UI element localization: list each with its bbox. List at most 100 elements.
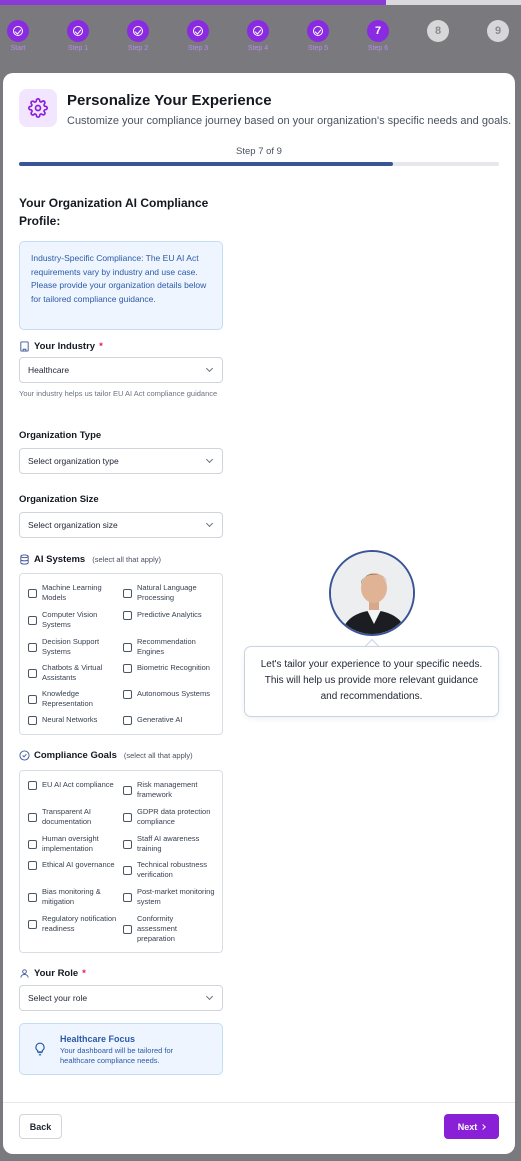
user-icon [20,969,29,978]
checkbox[interactable] [28,892,37,902]
checkbox[interactable] [123,865,132,875]
role-placeholder: Select your role [28,993,88,1003]
checkbox-option[interactable]: Human oversight implementation [28,834,120,854]
step-progress-fill [19,162,394,166]
role-label-text: Your Role [34,968,79,979]
checkbox-label: Decision Support Systems [42,637,100,656]
ai-systems-hint: (select all that apply) [92,555,162,564]
checkbox-option[interactable]: Computer Vision Systems [28,610,120,630]
checkbox[interactable] [28,812,37,822]
focus-title: Healthcare Focus [60,1034,136,1044]
industry-select[interactable]: Healthcare [19,357,223,383]
stepper-step-label: Step 1 [67,45,89,52]
checkbox-option[interactable]: Recommendation Engines [123,637,215,657]
chevron-down-icon [205,455,214,464]
checkbox[interactable] [28,839,37,849]
checkbox[interactable] [28,668,37,678]
checkbox-option[interactable]: Biometric Recognition [123,663,215,673]
industry-value: Healthcare [28,365,70,375]
checkbox[interactable] [123,642,132,652]
lightbulb-icon [35,1042,45,1056]
checkbox-label: Technical robustness verification [137,860,208,879]
checkbox-option[interactable]: Post-market monitoring system [123,887,215,907]
checkbox[interactable] [123,588,132,598]
checkbox[interactable] [28,919,37,929]
wizard-card: Personalize Your Experience Customize yo… [3,73,515,1154]
required-marker: * [99,341,103,352]
next-button[interactable]: Next [444,1114,499,1139]
role-select[interactable]: Select your role [19,985,223,1011]
checkbox[interactable] [123,663,132,673]
checkbox-option[interactable]: Machine Learning Models [28,583,120,603]
checkbox[interactable] [28,694,37,704]
stepper-step-label: Step 2 [127,45,149,52]
checkbox-option[interactable]: Regulatory notification readiness [28,914,120,934]
stepper-step: Step 1 [58,20,98,52]
checkbox-option[interactable]: Transparent AI documentation [28,807,120,827]
checkbox-label: Human oversight implementation [42,834,99,853]
footer-divider [3,1102,515,1103]
step-number: 9 [487,20,509,42]
checkbox[interactable] [28,860,37,870]
checkbox[interactable] [123,715,132,725]
org-size-select[interactable]: Select organization size [19,512,223,538]
checkbox[interactable] [123,839,132,849]
checkbox-label: Natural Language Processing [137,583,197,602]
checkbox-option[interactable]: Ethical AI governance [28,860,120,870]
gear-icon [19,89,57,127]
stepper-step-label: Step 3 [187,45,209,52]
checkbox-option[interactable]: Generative AI [123,715,215,725]
next-button-label: Next [457,1121,478,1132]
checkbox-label: EU AI Act compliance [42,780,114,789]
checkbox-option[interactable]: GDPR data protection compliance [123,807,215,827]
back-button[interactable]: Back [19,1114,62,1139]
checkbox-option[interactable]: Chatbots & Virtual Assistants [28,663,120,683]
checkbox-label: Risk management framework [137,780,198,799]
checkbox-option[interactable]: Natural Language Processing [123,583,215,603]
required-marker: * [82,968,86,979]
stepper-step-label: Step 5 [307,45,329,52]
checkbox[interactable] [123,924,132,934]
stepper-step: Step 2 [118,20,158,52]
checkbox[interactable] [123,785,132,795]
checkbox[interactable] [28,588,37,598]
focus-description: Your dashboard will be tailored for heal… [60,1046,174,1065]
check-circle-icon [19,750,30,761]
checkbox-option[interactable]: Autonomous Systems [123,689,215,699]
top-progress-fill [0,0,386,5]
checkbox-option[interactable]: Risk management framework [123,780,215,800]
ai-systems-label-text: AI Systems [34,554,86,565]
checkbox[interactable] [28,615,37,625]
checkbox-option[interactable]: Technical robustness verification [123,860,215,880]
checkbox[interactable] [28,780,37,790]
stepper-step: Step 3 [178,20,218,52]
stepper-step-label: Step 4 [247,45,269,52]
checkbox-option[interactable]: Knowledge Representation [28,689,120,709]
checkbox[interactable] [123,812,132,822]
ai-systems-label: AI Systems (select all that apply) [19,554,161,565]
checkbox-option[interactable]: Staff AI awareness training [123,834,215,854]
industry-info-box: Industry-Specific Compliance: The EU AI … [19,241,223,330]
building-icon [20,341,29,352]
checkbox[interactable] [123,610,132,620]
checkbox-label: Staff AI awareness training [137,834,200,853]
checkbox-label: Autonomous Systems [137,689,210,698]
checkbox-option[interactable]: Neural Networks [28,715,120,725]
checkbox-option[interactable]: EU AI Act compliance [28,780,120,790]
checkbox[interactable] [28,715,37,725]
checkbox-option[interactable]: Predictive Analytics [123,610,215,620]
checkbox-option[interactable]: Conformity assessment preparation [123,914,215,944]
checkbox-label: Post-market monitoring system [137,887,215,906]
checkbox-label: Recommendation Engines [137,637,196,656]
checkbox-label: Generative AI [137,715,183,724]
org-size-label: Organization Size [19,494,99,505]
checkbox[interactable] [123,689,132,699]
checkbox-option[interactable]: Decision Support Systems [28,637,120,657]
org-type-select[interactable]: Select organization type [19,448,223,474]
checkbox[interactable] [123,892,132,902]
org-type-label: Organization Type [19,430,102,441]
checkbox[interactable] [28,642,37,652]
role-label: Your Role * [19,968,86,979]
assistant-message: Let's tailor your experience to your spe… [244,646,499,717]
checkbox-option[interactable]: Bias monitoring & mitigation [28,887,120,907]
